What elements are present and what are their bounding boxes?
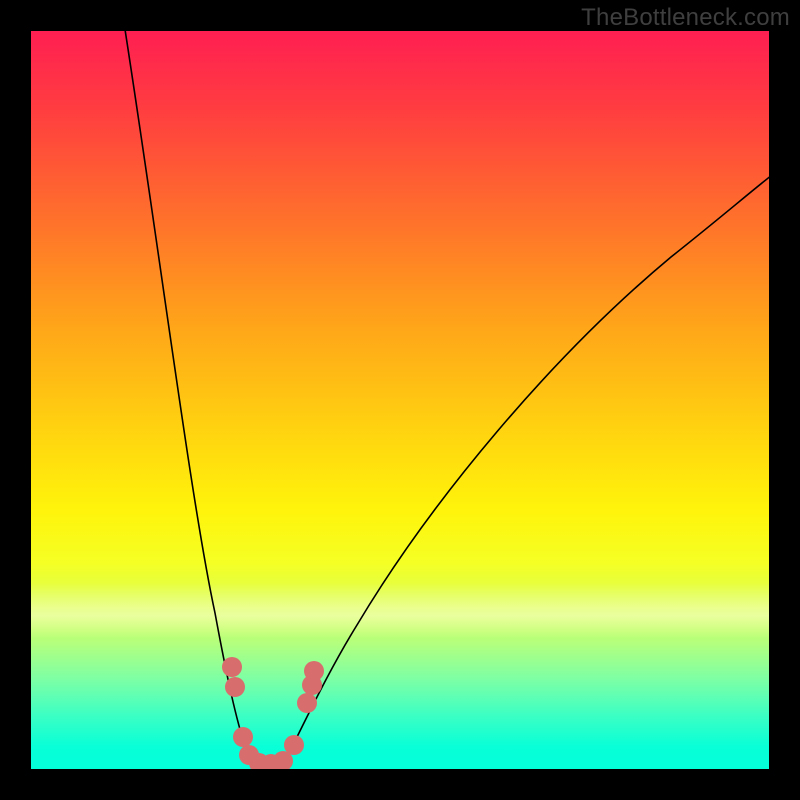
curve-right bbox=[265, 171, 769, 767]
chart-frame: TheBottleneck.com bbox=[0, 0, 800, 800]
dot bbox=[284, 735, 304, 755]
dot bbox=[222, 657, 242, 677]
curve-left bbox=[124, 31, 265, 767]
watermark: TheBottleneck.com bbox=[581, 4, 790, 32]
curve-layer bbox=[31, 31, 769, 769]
dot bbox=[233, 727, 253, 747]
plot-area bbox=[31, 31, 769, 769]
dot bbox=[304, 661, 324, 681]
dot bbox=[225, 677, 245, 697]
dot bbox=[297, 693, 317, 713]
